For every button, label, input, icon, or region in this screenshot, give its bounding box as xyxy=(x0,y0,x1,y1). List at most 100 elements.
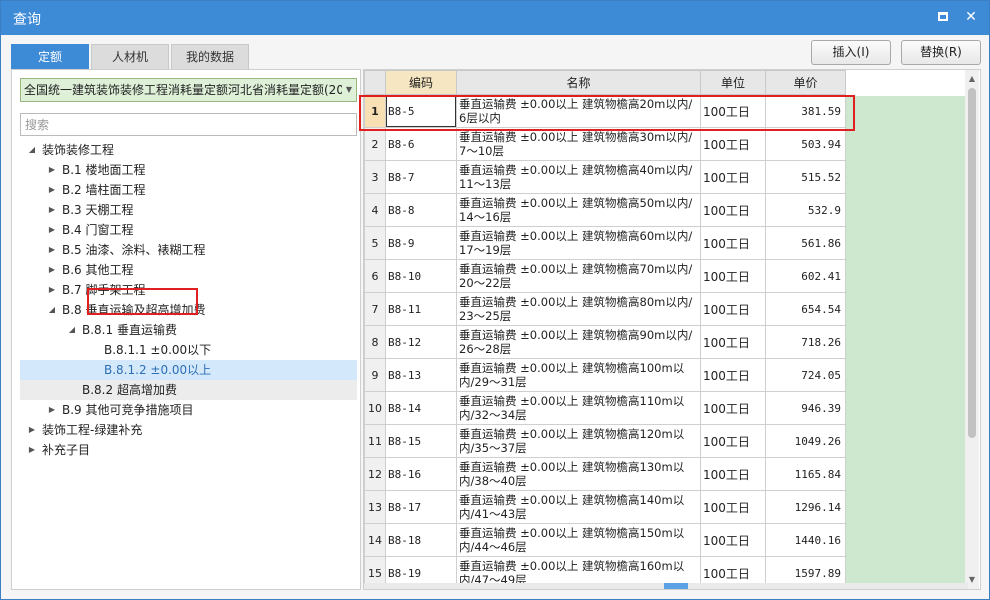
cell-name[interactable]: 垂直运输费 ±0.00以上 建筑物檐高50m以内/14～16层 xyxy=(456,193,701,227)
cell-price[interactable]: 532.9 xyxy=(765,193,846,227)
close-button[interactable]: ✕ xyxy=(961,7,981,27)
collapse-arrow-icon[interactable]: ◢ xyxy=(46,300,58,320)
cell-code[interactable]: B8-13 xyxy=(385,358,457,392)
expand-arrow-icon[interactable]: ▶ xyxy=(46,260,58,280)
cell-code[interactable]: B8-7 xyxy=(385,160,457,194)
tree-node[interactable]: ◢ B.8.1 垂直运输费 xyxy=(20,320,357,340)
cell-code[interactable]: B8-6 xyxy=(385,127,457,161)
cell-name[interactable]: 垂直运输费 ±0.00以上 建筑物檐高80m以内/23～25层 xyxy=(456,292,701,326)
tree-node[interactable]: B.8.1.2 ±0.00以上 xyxy=(20,360,357,380)
cell-name[interactable]: 垂直运输费 ±0.00以上 建筑物檐高100m以内/29～31层 xyxy=(456,358,701,392)
table-row[interactable]: 5 B8-9 垂直运输费 ±0.00以上 建筑物檐高60m以内/17～19层 100工… xyxy=(364,226,846,260)
insert-button[interactable]: 插入(I) xyxy=(811,40,891,65)
cell-unit[interactable]: 100工日 xyxy=(700,193,766,227)
tree-node[interactable]: B.8.2 超高增加费 xyxy=(20,380,357,400)
cell-unit[interactable]: 100工日 xyxy=(700,160,766,194)
cell-unit[interactable]: 100工日 xyxy=(700,292,766,326)
table-row[interactable]: 13 B8-17 垂直运输费 ±0.00以上 建筑物檐高140m以内/41～43层 1… xyxy=(364,490,846,524)
row-number[interactable]: 3 xyxy=(364,160,386,194)
cell-code[interactable]: B8-18 xyxy=(385,523,457,557)
cell-price[interactable]: 1049.26 xyxy=(765,424,846,458)
cell-code[interactable]: B8-8 xyxy=(385,193,457,227)
cell-price[interactable]: 718.26 xyxy=(765,325,846,359)
table-row[interactable]: 6 B8-10 垂直运输费 ±0.00以上 建筑物檐高70m以内/20～22层 100… xyxy=(364,259,846,293)
table-row[interactable]: 12 B8-16 垂直运输费 ±0.00以上 建筑物檐高130m以内/38～40层 1… xyxy=(364,457,846,491)
cell-code[interactable]: B8-15 xyxy=(385,424,457,458)
table-row[interactable]: 4 B8-8 垂直运输费 ±0.00以上 建筑物檐高50m以内/14～16层 100工… xyxy=(364,193,846,227)
cell-price[interactable]: 654.54 xyxy=(765,292,846,326)
cell-unit[interactable]: 100工日 xyxy=(700,259,766,293)
tree-node[interactable]: ▶ B.2 墙柱面工程 xyxy=(20,180,357,200)
cell-name[interactable]: 垂直运输费 ±0.00以上 建筑物檐高70m以内/20～22层 xyxy=(456,259,701,293)
maximize-button[interactable] xyxy=(933,7,953,27)
table-row[interactable]: 10 B8-14 垂直运输费 ±0.00以上 建筑物檐高110m以内/32～34层 1… xyxy=(364,391,846,425)
cell-code[interactable]: B8-10 xyxy=(385,259,457,293)
cell-unit[interactable]: 100工日 xyxy=(700,226,766,260)
tree-node[interactable]: ▶ 装饰工程-绿建补充 xyxy=(20,420,357,440)
cell-price[interactable]: 602.41 xyxy=(765,259,846,293)
cell-name[interactable]: 垂直运输费 ±0.00以上 建筑物檐高120m以内/35～37层 xyxy=(456,424,701,458)
cell-unit[interactable]: 100工日 xyxy=(700,391,766,425)
expand-arrow-icon[interactable]: ▶ xyxy=(26,420,38,440)
tree-node[interactable]: ▶ 补充子目 xyxy=(20,440,357,460)
tree-node[interactable]: ▶ B.9 其他可竞争措施项目 xyxy=(20,400,357,420)
tree-node[interactable]: ▶ B.6 其他工程 xyxy=(20,260,357,280)
table-row[interactable]: 11 B8-15 垂直运输费 ±0.00以上 建筑物檐高120m以内/35～37层 1… xyxy=(364,424,846,458)
replace-button[interactable]: 替换(R) xyxy=(901,40,981,65)
collapse-arrow-icon[interactable]: ◢ xyxy=(66,320,78,340)
tab-my-data[interactable]: 我的数据 xyxy=(171,44,249,69)
column-header-code[interactable]: 编码 xyxy=(385,70,457,95)
tab-quota[interactable]: 定额 xyxy=(11,44,89,69)
cell-unit[interactable]: 100工日 xyxy=(700,490,766,524)
tree-node[interactable]: ▶ B.3 天棚工程 xyxy=(20,200,357,220)
dropdown-arrow-icon[interactable]: ▼ xyxy=(342,79,356,101)
row-number[interactable]: 5 xyxy=(364,226,386,260)
cell-unit[interactable]: 100工日 xyxy=(700,325,766,359)
expand-arrow-icon[interactable]: ▶ xyxy=(46,280,58,300)
row-number[interactable]: 4 xyxy=(364,193,386,227)
cell-name[interactable]: 垂直运输费 ±0.00以上 建筑物檐高150m以内/44～46层 xyxy=(456,523,701,557)
horizontal-scrollbar[interactable] xyxy=(364,583,968,589)
table-row[interactable]: 9 B8-13 垂直运输费 ±0.00以上 建筑物檐高100m以内/29～31层 10… xyxy=(364,358,846,392)
cell-price[interactable]: 1165.84 xyxy=(765,457,846,491)
scrollbar-thumb[interactable] xyxy=(968,88,976,438)
tree-node[interactable]: ◢ 装饰装修工程 xyxy=(20,140,357,160)
cell-code[interactable]: B8-16 xyxy=(385,457,457,491)
tree-node[interactable]: ▶ B.1 楼地面工程 xyxy=(20,160,357,180)
expand-arrow-icon[interactable]: ▶ xyxy=(46,400,58,420)
cell-price[interactable]: 946.39 xyxy=(765,391,846,425)
cell-unit[interactable]: 100工日 xyxy=(700,457,766,491)
cell-unit[interactable]: 100工日 xyxy=(700,424,766,458)
row-number[interactable]: 11 xyxy=(364,424,386,458)
cell-code[interactable]: B8-17 xyxy=(385,490,457,524)
table-row[interactable]: 2 B8-6 垂直运输费 ±0.00以上 建筑物檐高30m以内/7～10层 100工日… xyxy=(364,127,846,161)
expand-arrow-icon[interactable]: ▶ xyxy=(26,440,38,460)
cell-code[interactable]: B8-11 xyxy=(385,292,457,326)
cell-name[interactable]: 垂直运输费 ±0.00以上 建筑物檐高90m以内/26～28层 xyxy=(456,325,701,359)
cell-name[interactable]: 垂直运输费 ±0.00以上 建筑物檐高130m以内/38～40层 xyxy=(456,457,701,491)
column-header-name[interactable]: 名称 xyxy=(456,70,701,95)
expand-arrow-icon[interactable]: ▶ xyxy=(46,160,58,180)
cell-name[interactable]: 垂直运输费 ±0.00以上 建筑物檐高140m以内/41～43层 xyxy=(456,490,701,524)
table-row[interactable]: 14 B8-18 垂直运输费 ±0.00以上 建筑物檐高150m以内/44～46层 1… xyxy=(364,523,846,557)
row-number[interactable]: 6 xyxy=(364,259,386,293)
splitter-handle[interactable] xyxy=(664,583,688,589)
search-input[interactable] xyxy=(20,113,357,136)
cell-code[interactable]: B8-9 xyxy=(385,226,457,260)
tree-node[interactable]: ▶ B.5 油漆、涂料、裱糊工程 xyxy=(20,240,357,260)
cell-unit[interactable]: 100工日 xyxy=(700,127,766,161)
cell-price[interactable]: 561.86 xyxy=(765,226,846,260)
row-number[interactable]: 9 xyxy=(364,358,386,392)
cell-price[interactable]: 724.05 xyxy=(765,358,846,392)
cell-code[interactable]: B8-12 xyxy=(385,325,457,359)
row-number[interactable]: 10 xyxy=(364,391,386,425)
cell-name[interactable]: 垂直运输费 ±0.00以上 建筑物檐高40m以内/11～13层 xyxy=(456,160,701,194)
row-number[interactable]: 7 xyxy=(364,292,386,326)
collapse-arrow-icon[interactable]: ◢ xyxy=(26,140,38,160)
row-number[interactable]: 2 xyxy=(364,127,386,161)
cell-code[interactable]: B8-14 xyxy=(385,391,457,425)
cell-price[interactable]: 503.94 xyxy=(765,127,846,161)
vertical-scrollbar[interactable]: ▲ ▼ xyxy=(965,70,979,589)
expand-arrow-icon[interactable]: ▶ xyxy=(46,180,58,200)
cell-unit[interactable]: 100工日 xyxy=(700,523,766,557)
